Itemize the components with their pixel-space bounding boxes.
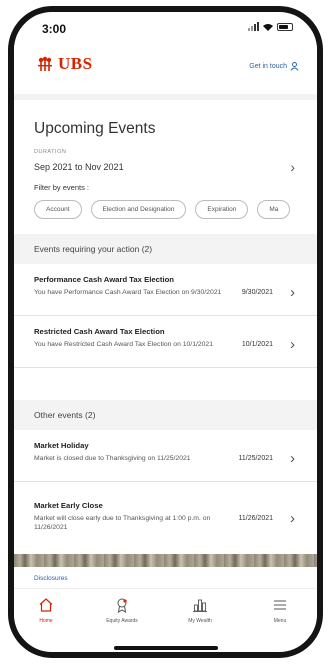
tab-menu[interactable]: Menu	[250, 595, 310, 624]
battery-icon	[277, 22, 293, 31]
event-row[interactable]: Performance Cash Award Tax Election You …	[14, 264, 317, 316]
event-date: 9/30/2021	[241, 289, 273, 296]
duration-chevron-icon[interactable]: ›	[290, 160, 295, 174]
get-in-touch-label: Get in touch	[249, 63, 287, 70]
app-header: UBS Get in touch	[14, 44, 317, 94]
decorative-stone-banner	[14, 554, 317, 567]
bar-chart-icon	[193, 599, 207, 612]
tab-label: Equity Awards	[106, 618, 138, 624]
event-title: Performance Cash Award Tax Election	[34, 275, 174, 284]
tab-equity-awards[interactable]: Equity Awards	[92, 595, 152, 624]
event-row[interactable]: Market Early Close Market will close ear…	[14, 490, 317, 541]
chevron-right-icon[interactable]: ›	[290, 284, 295, 301]
contact-person-icon	[290, 62, 299, 71]
home-icon	[39, 598, 53, 612]
ubs-logo: UBS	[36, 54, 93, 74]
page-title: Upcoming Events	[34, 120, 156, 137]
menu-icon	[274, 600, 286, 610]
action-section-title: Events requiring your action (2)	[34, 244, 153, 254]
other-section-title: Other events (2)	[34, 410, 96, 420]
event-date: 11/25/2021	[238, 455, 273, 462]
event-date: 11/26/2021	[238, 515, 273, 522]
action-section-heading: Events requiring your action (2)	[14, 234, 317, 264]
filter-chip-expiration[interactable]: Expiration	[195, 200, 249, 219]
event-description: You have Performance Cash Award Tax Elec…	[34, 289, 222, 296]
status-bar: 3:00	[14, 12, 317, 38]
logo-text: UBS	[58, 54, 93, 73]
event-title: Market Early Close	[34, 501, 103, 510]
chevron-right-icon[interactable]: ›	[290, 336, 295, 353]
tab-label: Menu	[273, 618, 287, 624]
filter-chips: Account Election and Designation Expirat…	[34, 200, 291, 219]
chevron-right-icon[interactable]: ›	[290, 450, 295, 467]
bottom-tab-bar: Home Equity Awards My Wealth Menu	[14, 588, 317, 635]
filter-chip-election[interactable]: Election and Designation	[90, 200, 187, 219]
event-title: Market Holiday	[34, 441, 89, 450]
event-row[interactable]: Market Holiday Market is closed due to T…	[14, 430, 317, 482]
chevron-right-icon[interactable]: ›	[290, 510, 295, 527]
event-title: Restricted Cash Award Tax Election	[34, 327, 165, 336]
other-section-heading: Other events (2)	[14, 400, 317, 430]
duration-label: DURATION	[34, 149, 67, 155]
phone-frame: 3:00 UBS Get in touch Upcoming Events DU…	[8, 6, 323, 658]
home-indicator	[114, 646, 218, 650]
filter-chip-more[interactable]: Ma	[257, 200, 291, 219]
duration-selector[interactable]: Sep 2021 to Nov 2021	[34, 162, 124, 172]
event-description: Market is closed due to Thanksgiving on …	[34, 455, 191, 462]
get-in-touch-button[interactable]: Get in touch	[249, 62, 299, 71]
filter-label: Filter by events :	[34, 183, 90, 192]
filter-chip-account[interactable]: Account	[34, 200, 82, 219]
event-date: 10/1/2021	[241, 341, 273, 348]
signal-icon	[248, 22, 259, 31]
upcoming-events-panel: Upcoming Events DURATION Sep 2021 to Nov…	[14, 100, 317, 234]
status-icons	[248, 22, 293, 31]
event-row[interactable]: Restricted Cash Award Tax Election You h…	[14, 316, 317, 368]
tab-home[interactable]: Home	[16, 595, 76, 624]
tab-my-wealth[interactable]: My Wealth	[170, 595, 230, 624]
disclosures-link[interactable]: Disclosures	[34, 575, 68, 582]
event-description: You have Restricted Cash Award Tax Elect…	[34, 341, 213, 348]
award-icon	[117, 598, 127, 613]
event-description: Market will close early due to Thanksgiv…	[34, 515, 211, 531]
status-time: 3:00	[42, 22, 67, 36]
tab-label: Home	[39, 618, 53, 624]
screen: 3:00 UBS Get in touch Upcoming Events DU…	[14, 12, 317, 652]
wifi-icon	[263, 23, 273, 31]
tab-label: My Wealth	[188, 618, 212, 624]
ubs-keys-icon	[38, 56, 52, 71]
